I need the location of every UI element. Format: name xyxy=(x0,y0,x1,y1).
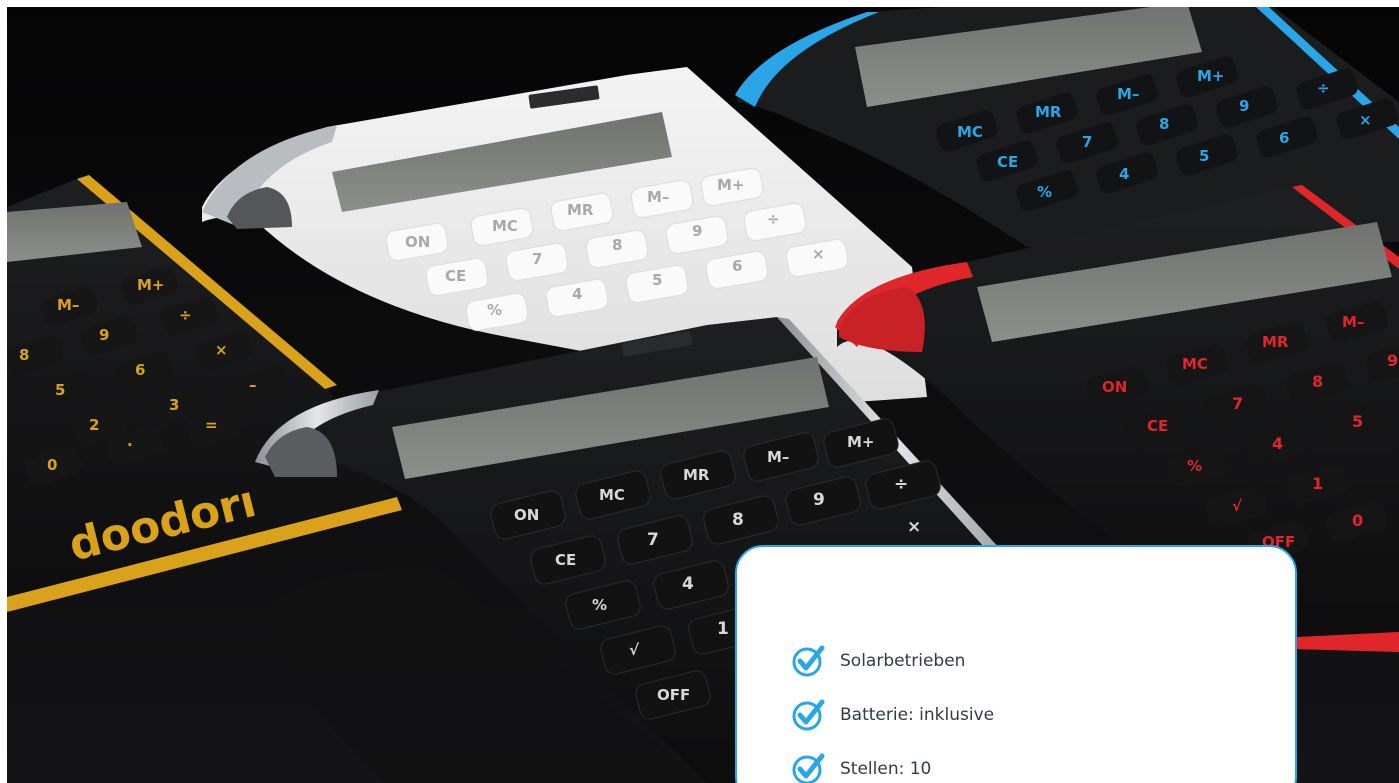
svg-text:√: √ xyxy=(629,641,640,659)
svg-text:2: 2 xyxy=(89,416,99,434)
svg-text:MR: MR xyxy=(1035,103,1062,121)
checkmark-circle-icon xyxy=(792,699,825,730)
svg-text:CE: CE xyxy=(1147,417,1168,435)
svg-text:·: · xyxy=(127,436,133,454)
svg-text:1: 1 xyxy=(1312,474,1323,493)
svg-text:8: 8 xyxy=(612,236,622,254)
svg-text:5: 5 xyxy=(1199,147,1209,165)
svg-text:4: 4 xyxy=(682,574,694,594)
svg-text:–: – xyxy=(249,376,257,394)
svg-text:M–: M– xyxy=(1117,85,1139,103)
svg-text:6: 6 xyxy=(135,361,145,379)
svg-text:CE: CE xyxy=(997,153,1018,171)
svg-text:÷: ÷ xyxy=(894,474,908,494)
svg-text:%: % xyxy=(487,301,502,319)
checkmark-circle-icon xyxy=(792,645,825,676)
checkmark-circle-icon xyxy=(792,753,825,783)
svg-text:√: √ xyxy=(1232,497,1243,515)
page: MC MR M– M+ CE 7 8 9 ÷ % 4 5 6 × ON MC M… xyxy=(0,0,1399,783)
svg-text:M+: M+ xyxy=(1197,67,1225,85)
svg-text:=: = xyxy=(205,416,218,434)
svg-text:0: 0 xyxy=(47,456,57,474)
svg-text:MC: MC xyxy=(1182,355,1208,373)
svg-text:MR: MR xyxy=(683,466,710,484)
svg-text:×: × xyxy=(1359,111,1372,129)
svg-text:M–: M– xyxy=(57,296,79,314)
svg-text:M–: M– xyxy=(647,188,669,206)
svg-text:8: 8 xyxy=(1159,115,1169,133)
svg-text:0: 0 xyxy=(1352,511,1363,530)
feature-item-battery: Batterie: inklusive xyxy=(792,697,994,732)
feature-item-digits: Stellen: 10 xyxy=(792,751,994,783)
svg-text:8: 8 xyxy=(19,346,29,364)
feature-label: Stellen: 10 xyxy=(840,758,932,779)
svg-text:×: × xyxy=(215,341,228,359)
svg-text:9: 9 xyxy=(813,490,825,510)
svg-text:7: 7 xyxy=(1232,394,1243,413)
feature-item-solar: Solarbetrieben xyxy=(792,643,994,678)
svg-text:÷: ÷ xyxy=(767,210,780,228)
svg-text:7: 7 xyxy=(1082,133,1092,151)
svg-text:ON: ON xyxy=(514,506,539,524)
svg-text:%: % xyxy=(592,596,607,614)
features-card: Solarbetrieben Batterie: inklusive Stell… xyxy=(735,545,1297,783)
svg-text:3: 3 xyxy=(169,396,179,414)
feature-label: Batterie: inklusive xyxy=(840,704,995,725)
svg-text:5: 5 xyxy=(55,381,65,399)
svg-text:9: 9 xyxy=(1239,97,1249,115)
svg-text:8: 8 xyxy=(732,510,744,530)
svg-text:6: 6 xyxy=(1279,129,1289,147)
svg-text:CE: CE xyxy=(445,267,466,285)
svg-text:CE: CE xyxy=(555,551,576,569)
svg-text:6: 6 xyxy=(732,257,742,275)
svg-text:MC: MC xyxy=(492,217,518,235)
svg-text:5: 5 xyxy=(1352,412,1363,431)
svg-text:ON: ON xyxy=(405,233,430,251)
svg-text:4: 4 xyxy=(1272,434,1283,453)
svg-text:7: 7 xyxy=(647,530,659,550)
svg-text:5: 5 xyxy=(652,271,662,289)
svg-text:×: × xyxy=(907,517,921,537)
svg-text:7: 7 xyxy=(532,250,542,268)
svg-text:9: 9 xyxy=(99,326,109,344)
svg-text:%: % xyxy=(1187,457,1202,475)
svg-text:M+: M+ xyxy=(717,176,745,194)
svg-text:M+: M+ xyxy=(137,276,165,294)
svg-text:OFF: OFF xyxy=(657,686,690,704)
svg-text:9: 9 xyxy=(1387,351,1398,370)
svg-text:8: 8 xyxy=(1312,372,1323,391)
svg-text:M–: M– xyxy=(1342,313,1364,331)
svg-text:×: × xyxy=(812,245,825,263)
svg-text:4: 4 xyxy=(1119,165,1129,183)
svg-text:ON: ON xyxy=(1102,378,1127,396)
svg-text:1: 1 xyxy=(717,619,729,639)
svg-text:M+: M+ xyxy=(847,433,875,451)
svg-text:MR: MR xyxy=(567,201,594,219)
svg-text:÷: ÷ xyxy=(1317,79,1330,97)
feature-label: Solarbetrieben xyxy=(840,650,966,671)
svg-text:MC: MC xyxy=(599,486,625,504)
svg-text:MR: MR xyxy=(1262,333,1289,351)
svg-text:9: 9 xyxy=(692,222,702,240)
svg-text:4: 4 xyxy=(572,285,582,303)
svg-text:M–: M– xyxy=(767,448,789,466)
features-list: Solarbetrieben Batterie: inklusive Stell… xyxy=(792,643,994,783)
svg-text:÷: ÷ xyxy=(179,306,192,324)
svg-text:MC: MC xyxy=(957,123,983,141)
svg-text:%: % xyxy=(1037,183,1052,201)
